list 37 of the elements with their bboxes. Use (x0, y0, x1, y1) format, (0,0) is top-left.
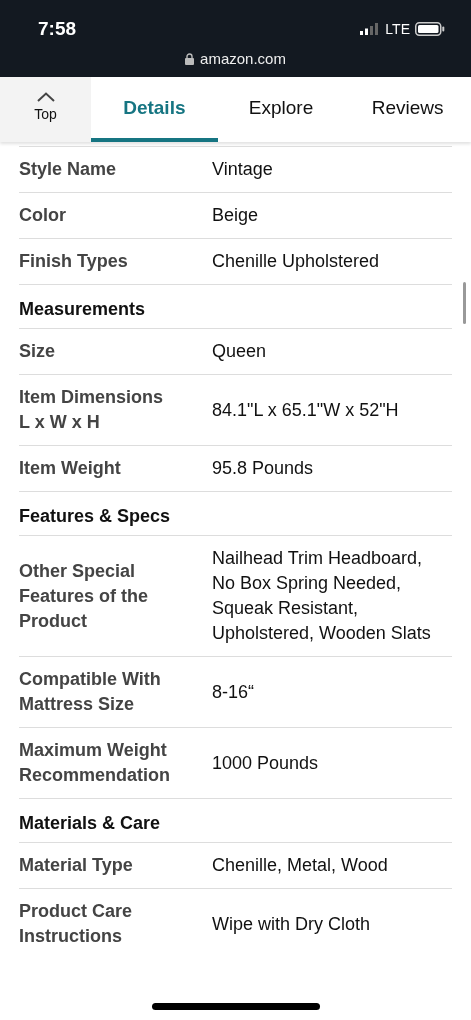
clock-time: 7:58 (38, 18, 77, 40)
section-heading: Materials & Care (19, 798, 452, 842)
spec-label: Item Dimensions L x W x H (19, 386, 165, 434)
lock-icon (185, 52, 195, 65)
url-bar[interactable]: amazon.com (185, 50, 286, 67)
section-heading: Features & Specs (19, 491, 452, 535)
signal-icon (360, 23, 381, 35)
spec-label: Maximum Weight Recommendation (19, 739, 172, 787)
spec-label: Color (19, 204, 67, 227)
spec-value: Vintage (212, 158, 274, 181)
battery-icon (415, 22, 445, 36)
spec-label: Compatible With Mattress Size (19, 668, 162, 716)
top-button[interactable]: Top (0, 77, 91, 142)
spec-label: Finish Types (19, 250, 129, 273)
tab[interactable]: Reviews (344, 77, 471, 142)
spec-label: Item Weight (19, 457, 122, 480)
spec-value: 95.8 Pounds (212, 457, 315, 480)
spec-value: 84.1"L x 65.1"W x 52"H (212, 398, 400, 422)
spec-value: Queen (212, 340, 268, 363)
tab[interactable]: Details (91, 77, 218, 142)
spec-value: Nailhead Trim Headboard, No Box Spring Needed, Squeak Resistant, Upholstered, Wooden Slats (212, 547, 432, 645)
spec-label: Other Special Features of the Product (19, 559, 150, 633)
spec-value: Chenille, Metal, Wood (212, 854, 389, 877)
tab[interactable]: Explore (217, 77, 345, 142)
spec-value: Wipe with Dry Cloth (212, 912, 372, 936)
spec-value: 8-16“ (212, 680, 256, 704)
chevron-up-icon (36, 91, 55, 102)
spec-label: Size (19, 340, 57, 363)
spec-label: Product Care Instructions (19, 900, 134, 948)
scrollbar (463, 282, 466, 324)
network-label: LTE (385, 21, 410, 37)
spec-value: Beige (212, 204, 260, 227)
spec-value: Chenille Upholstered (212, 250, 381, 273)
spec-label: Material Type (19, 854, 134, 877)
section-heading: Measurements (19, 284, 452, 328)
spec-value: 1000 Pounds (212, 751, 320, 775)
spec-label: Style Name (19, 158, 118, 181)
